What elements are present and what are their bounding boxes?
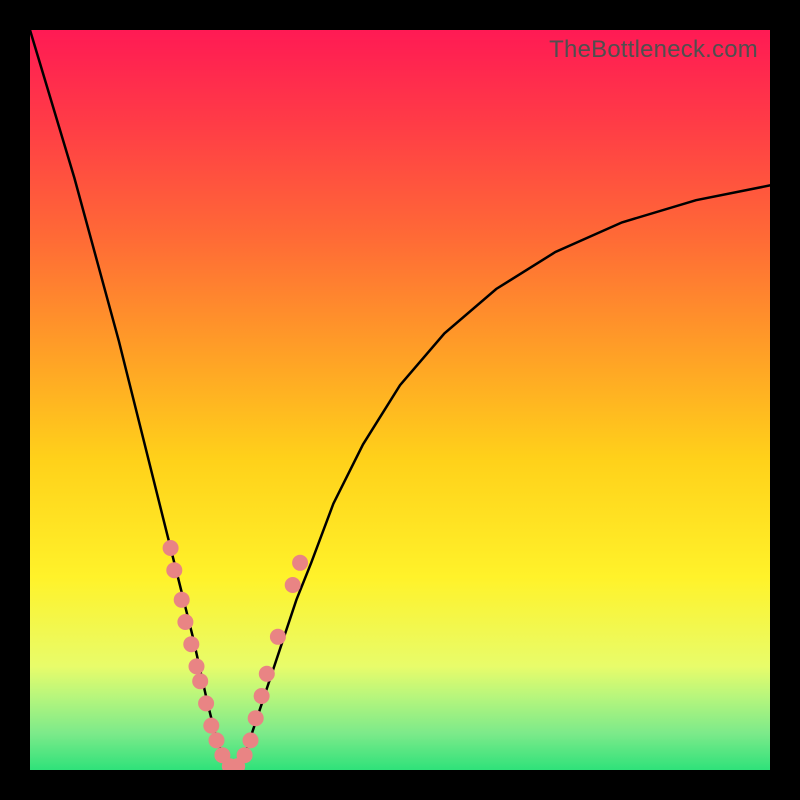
sample-dot	[192, 673, 208, 689]
sample-dot	[203, 718, 219, 734]
sample-dot	[209, 732, 225, 748]
sample-dot	[237, 747, 253, 763]
bottleneck-curve	[30, 30, 770, 770]
sample-dot	[285, 577, 301, 593]
sample-dot	[189, 658, 205, 674]
chart-overlay	[30, 30, 770, 770]
sample-dots	[163, 540, 309, 770]
sample-dot	[248, 710, 264, 726]
sample-dot	[254, 688, 270, 704]
chart-frame: TheBottleneck.com	[0, 0, 800, 800]
chart-plot-area: TheBottleneck.com	[30, 30, 770, 770]
sample-dot	[177, 614, 193, 630]
sample-dot	[163, 540, 179, 556]
sample-dot	[183, 636, 199, 652]
sample-dot	[166, 562, 182, 578]
sample-dot	[270, 629, 286, 645]
sample-dot	[259, 666, 275, 682]
sample-dot	[174, 592, 190, 608]
sample-dot	[243, 732, 259, 748]
sample-dot	[292, 555, 308, 571]
sample-dot	[198, 695, 214, 711]
